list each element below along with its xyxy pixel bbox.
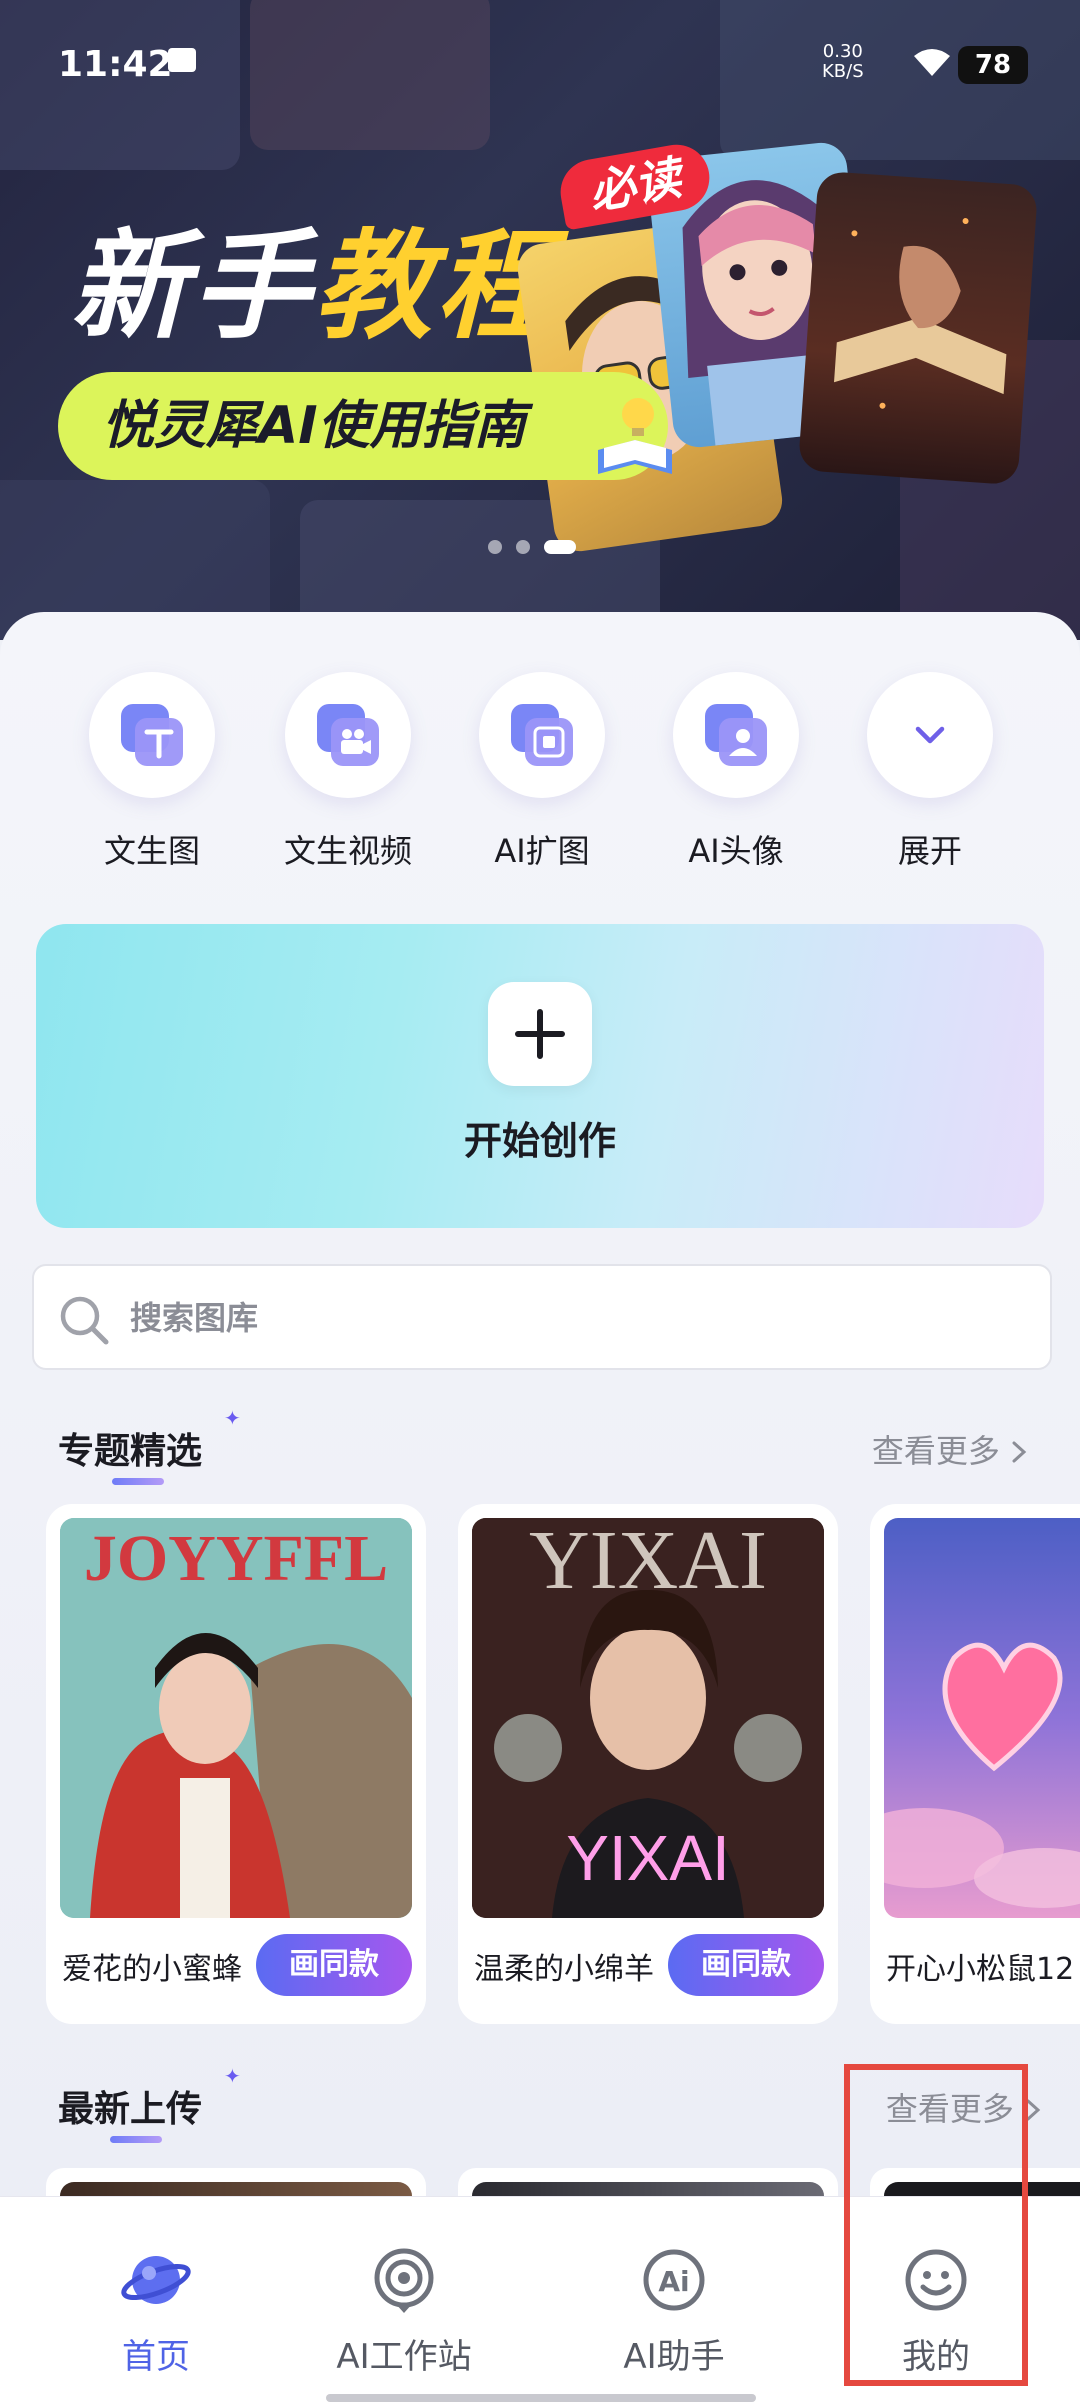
quick-action-label: 文生视频 (283, 832, 412, 870)
gallery-search-box[interactable] (32, 1264, 1052, 1370)
chevron-right-icon (1012, 1441, 1027, 1463)
network-speed-unit: KB/S (822, 61, 864, 82)
section-title: 最新上传 (58, 2089, 203, 2130)
nav-label: 首页 (122, 2337, 190, 2377)
quick-action-circle (673, 672, 799, 798)
draw-same-button[interactable]: 画同款 (668, 1934, 824, 1996)
search-icon (60, 1296, 109, 1345)
carousel-dot (488, 540, 502, 554)
quick-action-circle (867, 672, 993, 798)
quick-action-circle (89, 672, 215, 798)
featured-card[interactable]: YIXAI YIXAI 温柔的小绵羊 画同款 (458, 1504, 838, 2024)
sparkle-icon: ✦ (224, 1406, 241, 1430)
carousel-indicator (488, 540, 576, 554)
featured-see-more-link[interactable]: 查看更多 (872, 1426, 1028, 1472)
workstation-icon (304, 2245, 504, 2315)
featured-card-name: 开心小松鼠12 (886, 1952, 1075, 1987)
quick-action-label: AI扩图 (494, 832, 590, 870)
status-time: 11:42 (58, 44, 173, 85)
banner-photo-book (797, 170, 1039, 486)
featured-card-name: 爱花的小蜜蜂 (62, 1952, 242, 1987)
section-title: 专题精选 (58, 1431, 203, 1472)
search-input[interactable] (130, 1286, 1010, 1350)
carousel-dot (516, 540, 530, 554)
see-more-label: 查看更多 (871, 1432, 1000, 1470)
home-indicator[interactable] (326, 2394, 756, 2402)
nav-label: AI工作站 (336, 2337, 472, 2377)
highlight-annotation-box (844, 2064, 1028, 2386)
featured-card-image (884, 1518, 1080, 1918)
banner-carousel[interactable]: 11:42 0.30 KB/S 78 新手教程 必读 悦灵犀AI使用指南 (0, 0, 1080, 640)
quick-action-avatar[interactable]: AI头像 (646, 672, 826, 872)
nav-label: AI助手 (623, 2337, 725, 2377)
quick-action-text-to-video[interactable]: 文生视频 (258, 672, 438, 872)
featured-card-name: 温柔的小绵羊 (474, 1952, 654, 1987)
start-create-card[interactable]: 开始创作 (36, 924, 1044, 1228)
quick-action-circle (479, 672, 605, 798)
banner-title-white: 新手 (70, 217, 315, 355)
network-speed-value: 0.30 (822, 41, 863, 62)
battery-indicator: 78 (958, 46, 1028, 84)
sparkle-icon: ✦ (224, 2064, 241, 2088)
featured-section-header: 专题精选 ✦ 查看更多 (58, 1406, 1028, 1502)
quick-action-expand[interactable]: 展开 (840, 672, 1020, 872)
section-underline (112, 1478, 164, 1485)
featured-card[interactable]: JOYYFFL 爱花的小蜜蜂 画同款 (46, 1504, 426, 2024)
network-speed: 0.30 KB/S (822, 42, 864, 82)
home-planet-icon (56, 2245, 256, 2315)
mail-notification-icon (168, 48, 196, 72)
text-to-image-icon (121, 704, 183, 766)
banner-guide-pill[interactable]: 悦灵犀AI使用指南 (58, 372, 668, 480)
featured-card[interactable]: 开心小松鼠12 (870, 1504, 1080, 2024)
svg-text:Ai: Ai (658, 2265, 689, 2298)
plus-icon (515, 1009, 565, 1059)
featured-card-image: JOYYFFL (60, 1518, 412, 1918)
quick-action-label: AI头像 (688, 832, 784, 870)
quick-action-label: 展开 (897, 832, 962, 870)
neon-sign-text: YIXAI (566, 1822, 730, 1894)
avatar-icon (705, 704, 767, 766)
status-bar: 11:42 0.30 KB/S 78 (0, 0, 1080, 120)
image-expand-icon (511, 704, 573, 766)
carousel-dot-active (544, 540, 576, 554)
draw-same-button[interactable]: 画同款 (256, 1934, 412, 1996)
quick-action-label: 文生图 (103, 832, 200, 870)
cover-title: JOYYFFL (84, 1522, 388, 1595)
featured-card-image: YIXAI YIXAI (472, 1518, 824, 1918)
nav-ai-assistant[interactable]: Ai AI助手 (574, 2245, 774, 2378)
quick-action-text-to-image[interactable]: 文生图 (62, 672, 242, 872)
chevron-down-icon (915, 726, 945, 744)
banner-title: 新手教程 (70, 190, 558, 361)
nav-home[interactable]: 首页 (56, 2245, 256, 2378)
lightbulb-book-icon (598, 398, 672, 474)
plus-button[interactable] (488, 982, 592, 1086)
nav-ai-workstation[interactable]: AI工作站 (304, 2245, 504, 2378)
quick-actions: 文生图 文生视频 AI扩图 AI头像 展开 (0, 672, 1080, 892)
text-to-video-icon (317, 704, 379, 766)
quick-action-circle (285, 672, 411, 798)
start-create-label: 开始创作 (463, 1119, 616, 1163)
ai-assistant-icon: Ai (574, 2245, 774, 2315)
section-underline (110, 2136, 162, 2143)
wifi-icon (914, 49, 950, 76)
quick-action-image-expand[interactable]: AI扩图 (452, 672, 632, 872)
